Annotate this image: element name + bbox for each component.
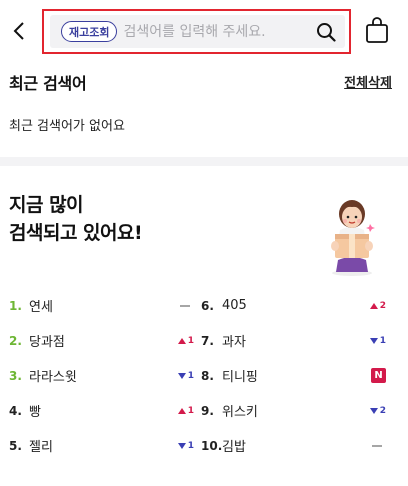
search-input[interactable]	[123, 23, 315, 40]
rank-keyword: 405	[222, 298, 247, 313]
search-icon	[317, 22, 336, 42]
rank-number: 9.	[201, 403, 214, 418]
search-highlight-box: 재고조회	[42, 9, 351, 54]
rank-change-down: 1	[174, 441, 194, 451]
rank-delta: 1	[187, 440, 194, 451]
rank-change-same	[366, 444, 386, 447]
rank-change-down: 1	[174, 371, 194, 381]
rank-keyword: 김밥	[222, 440, 246, 455]
triangle-down-icon	[177, 372, 186, 379]
rank-keyword: 위스키	[222, 405, 258, 420]
rank-delta: 1	[187, 405, 194, 416]
triangle-down-icon	[369, 407, 378, 414]
popular-item-4[interactable]: 4. 빵 1	[9, 393, 194, 428]
popular-item-6[interactable]: 6. 405 2	[201, 288, 386, 323]
back-button[interactable]	[8, 18, 30, 44]
shopping-bag-icon	[366, 17, 388, 43]
popular-item-8[interactable]: 8. 티니핑 N	[201, 358, 386, 393]
recent-searches-empty-message: 최근 검색어가 없어요	[9, 119, 125, 134]
recent-searches-title: 최근 검색어	[9, 74, 87, 93]
popular-item-1[interactable]: 1. 연세	[9, 288, 194, 323]
rank-change-down: 1	[366, 336, 386, 346]
popular-title-line1: 지금 많이	[9, 194, 84, 216]
popular-item-2[interactable]: 2. 당과점 1	[9, 323, 194, 358]
popular-searches-title: 지금 많이 검색되고 있어요!	[9, 191, 143, 247]
triangle-up-icon	[369, 302, 378, 309]
rank-change-up: 1	[174, 336, 194, 346]
rank-number: 4.	[9, 403, 22, 418]
new-badge: N	[371, 368, 386, 383]
triangle-down-icon	[369, 337, 378, 344]
rank-delta: 1	[187, 370, 194, 381]
no-change-dash-icon	[180, 304, 190, 307]
rank-keyword: 젤리	[29, 440, 53, 455]
popular-item-7[interactable]: 7. 과자 1	[201, 323, 386, 358]
shopping-bag-button[interactable]	[364, 16, 390, 44]
rank-keyword: 티니핑	[222, 370, 258, 385]
rank-number: 7.	[201, 333, 214, 348]
rank-delta: 1	[187, 335, 194, 346]
rank-change-up: 2	[366, 301, 386, 311]
triangle-up-icon	[177, 407, 186, 414]
rank-change-new: N	[366, 368, 386, 383]
rank-keyword: 빵	[29, 405, 41, 420]
no-change-dash-icon	[372, 444, 382, 447]
rank-keyword: 당과점	[29, 335, 65, 350]
rank-change-up: 1	[174, 406, 194, 416]
rank-keyword: 연세	[29, 300, 53, 315]
rank-number: 10.	[201, 438, 223, 453]
search-button[interactable]	[315, 21, 337, 43]
top-bar: 재고조회	[0, 0, 408, 62]
rank-number: 6.	[201, 298, 214, 313]
triangle-down-icon	[177, 442, 186, 449]
rank-change-same	[174, 304, 194, 307]
popular-item-9[interactable]: 9. 위스키 2	[201, 393, 386, 428]
rank-change-down: 2	[366, 406, 386, 416]
popular-title-line2: 검색되고 있어요!	[9, 222, 143, 244]
section-divider	[0, 157, 408, 166]
rank-delta: 2	[379, 405, 386, 416]
popular-item-10[interactable]: 10. 김밥	[201, 428, 386, 463]
chevron-left-icon	[13, 22, 24, 40]
triangle-up-icon	[177, 337, 186, 344]
popular-list-right: 6. 405 2 7. 과자 1 8. 티니핑 N 9. 위스키 2 10. 김…	[201, 288, 386, 463]
delete-all-button[interactable]: 전체삭제	[344, 72, 392, 91]
inventory-check-badge[interactable]: 재고조회	[61, 21, 118, 42]
popular-item-5[interactable]: 5. 젤리 1	[9, 428, 194, 463]
rank-keyword: 라라스윗	[29, 370, 77, 385]
rank-number: 3.	[9, 368, 22, 383]
popular-item-3[interactable]: 3. 라라스윗 1	[9, 358, 194, 393]
rank-number: 5.	[9, 438, 22, 453]
rank-delta: 1	[379, 335, 386, 346]
box-holding-character-illustration	[331, 200, 375, 276]
popular-list-left: 1. 연세 2. 당과점 1 3. 라라스윗 1 4. 빵 1 5. 젤리 1	[9, 288, 194, 463]
rank-number: 1.	[9, 298, 22, 313]
rank-number: 2.	[9, 333, 22, 348]
rank-keyword: 과자	[222, 335, 246, 350]
rank-delta: 2	[379, 300, 386, 311]
search-bar[interactable]: 재고조회	[50, 15, 345, 48]
rank-number: 8.	[201, 368, 214, 383]
